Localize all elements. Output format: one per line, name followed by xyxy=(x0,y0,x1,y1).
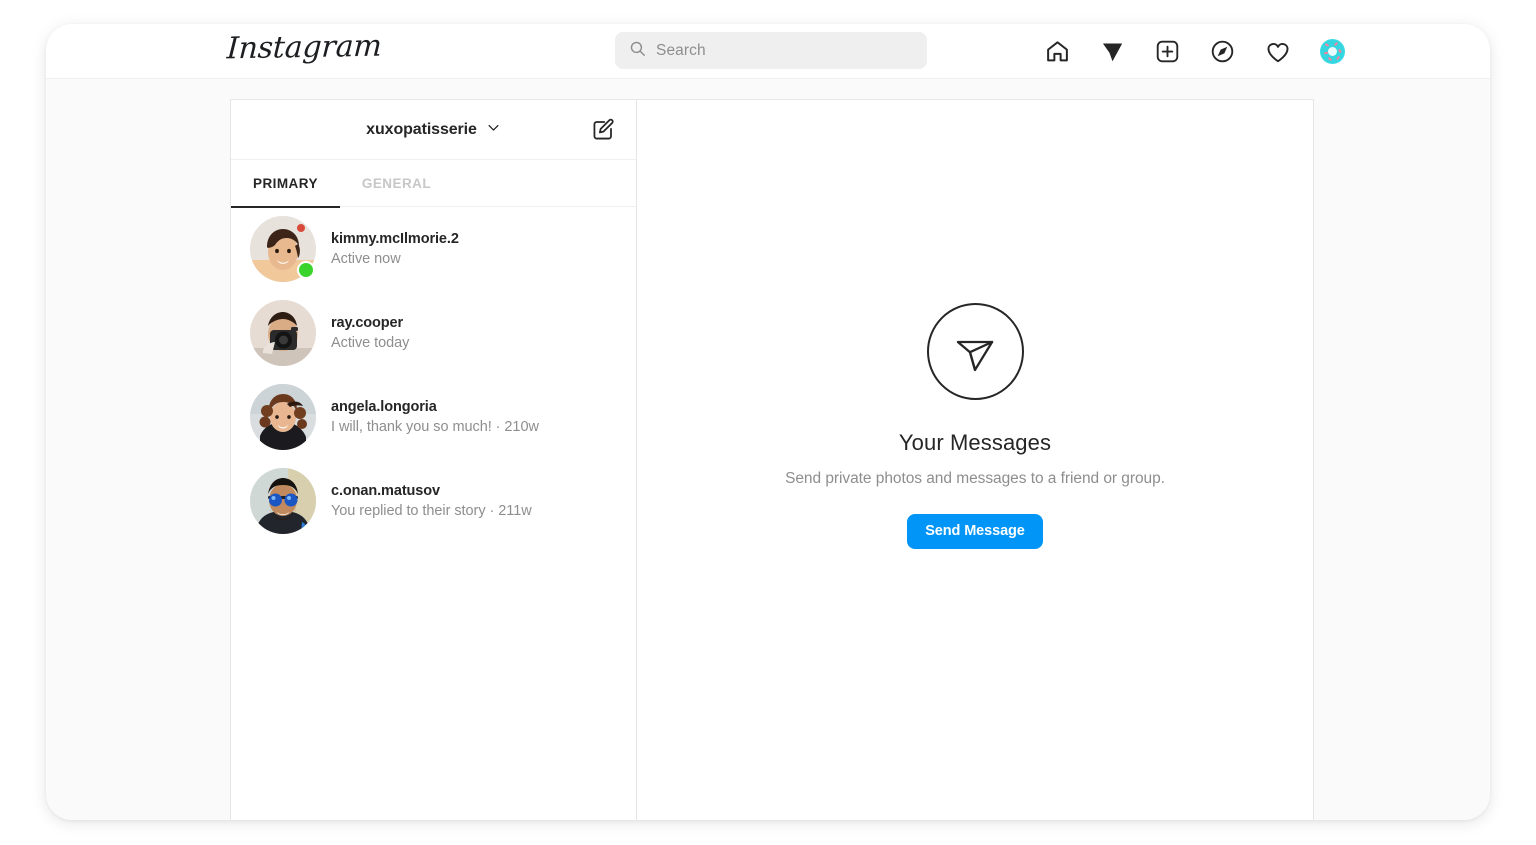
top-navigation-bar: Instagram Search xyxy=(46,24,1490,79)
instagram-logo[interactable]: Instagram xyxy=(226,29,383,67)
direct-messages-icon[interactable] xyxy=(1099,38,1126,65)
list-item[interactable]: angela.longoria I will, thank you so muc… xyxy=(231,375,636,459)
avatar xyxy=(250,468,316,534)
conversation-username: c.onan.matusov xyxy=(331,483,440,499)
list-item[interactable]: ray.cooper Active today xyxy=(231,291,636,375)
message-empty-state: Your Messages Send private photos and me… xyxy=(637,100,1313,820)
conversation-text: angela.longoria I will, thank you so muc… xyxy=(331,399,616,435)
conversation-text: c.onan.matusov You replied to their stor… xyxy=(331,483,616,519)
avatar xyxy=(250,384,316,450)
conversation-snippet: I will, thank you so much! · 210w xyxy=(331,419,539,435)
tab-general[interactable]: GENERAL xyxy=(362,160,431,207)
explore-icon[interactable] xyxy=(1209,38,1236,65)
online-indicator xyxy=(297,261,315,279)
list-item[interactable]: c.onan.matusov You replied to their stor… xyxy=(231,459,636,543)
paper-plane-circle-icon xyxy=(926,303,1024,400)
avatar xyxy=(250,300,316,366)
profile-avatar-image xyxy=(1320,39,1345,64)
page-body: xuxopatisserie PRIMARY GENERAL kimmy.mcI… xyxy=(46,79,1490,820)
conversation-snippet: Active today xyxy=(331,335,410,351)
compose-message-icon[interactable] xyxy=(590,117,616,143)
search-icon xyxy=(629,40,646,62)
send-message-button[interactable]: Send Message xyxy=(907,514,1043,549)
inbox-tabs: PRIMARY GENERAL xyxy=(231,160,636,208)
conversation-text: kimmy.mcIlmorie.2 Active now xyxy=(331,231,616,267)
avatar-image-ray xyxy=(250,300,316,366)
conversation-text: ray.cooper Active today xyxy=(331,315,616,351)
new-post-icon[interactable] xyxy=(1154,38,1181,65)
account-name: xuxopatisserie xyxy=(366,120,477,138)
search-placeholder: Search xyxy=(656,41,706,59)
conversation-username: kimmy.mcIlmorie.2 xyxy=(331,231,459,247)
page-title: Your Messages xyxy=(898,430,1052,455)
activity-heart-icon[interactable] xyxy=(1264,38,1291,65)
avatar-image-angela xyxy=(250,384,316,450)
direct-messages-card: xuxopatisserie PRIMARY GENERAL kimmy.mcI… xyxy=(230,99,1314,820)
search-input[interactable]: Search xyxy=(615,32,927,69)
conversation-snippet: You replied to their story · 211w xyxy=(331,503,532,519)
inbox-header: xuxopatisserie xyxy=(231,100,636,160)
empty-state-description: Send private photos and messages to a fr… xyxy=(785,470,1165,487)
chevron-down-icon xyxy=(486,120,501,140)
account-switcher[interactable]: xuxopatisserie xyxy=(251,120,590,140)
nav-icon-group xyxy=(1044,24,1346,79)
list-item[interactable]: kimmy.mcIlmorie.2 Active now xyxy=(231,207,636,291)
avatar xyxy=(250,216,316,282)
conversation-snippet: Active now xyxy=(331,251,401,267)
tab-primary[interactable]: PRIMARY xyxy=(231,160,340,208)
screenshot-root: Instagram Search xuxopatisserie PRIMARY … xyxy=(0,0,1536,845)
browser-window: Instagram Search xuxopatisserie PRIMARY … xyxy=(46,24,1490,820)
profile-avatar[interactable] xyxy=(1319,38,1346,65)
home-icon[interactable] xyxy=(1044,38,1071,65)
conversation-list: kimmy.mcIlmorie.2 Active now ray.cooper … xyxy=(231,207,636,820)
conversation-username: angela.longoria xyxy=(331,399,437,415)
conversation-username: ray.cooper xyxy=(331,315,404,331)
avatar-image-conan xyxy=(250,468,316,534)
conversation-pane: xuxopatisserie PRIMARY GENERAL kimmy.mcI… xyxy=(231,100,637,820)
